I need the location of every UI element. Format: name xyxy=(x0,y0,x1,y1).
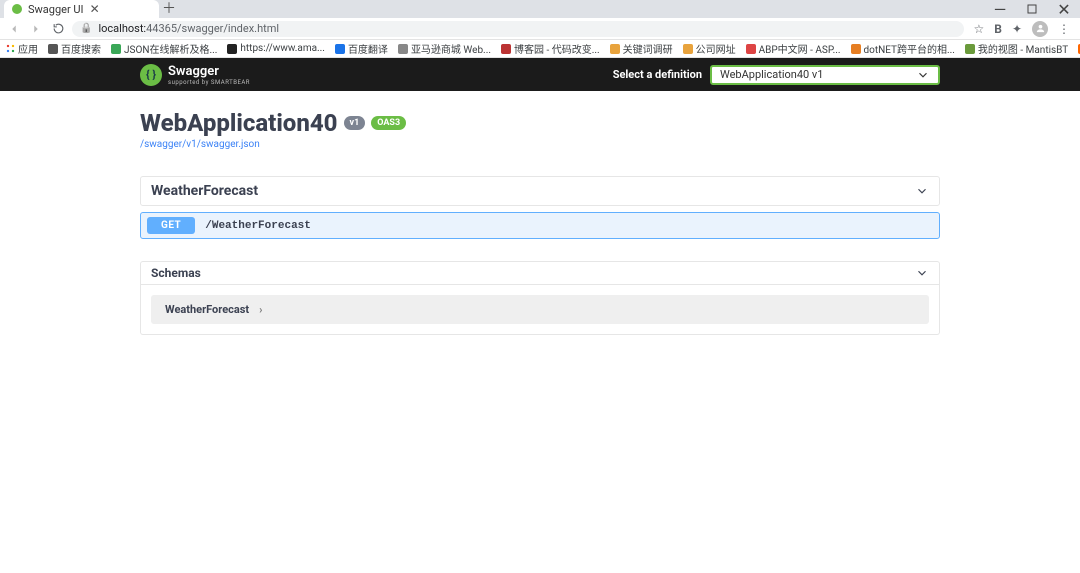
browser-tab[interactable]: Swagger UI ✕ xyxy=(4,0,159,18)
bookmark-favicon xyxy=(965,44,975,54)
bookmark-favicon xyxy=(851,44,861,54)
toolbar-icons: ☆ B ✦ ⋮ xyxy=(970,21,1075,37)
minimize-button[interactable]: — xyxy=(984,0,1016,18)
http-method-badge: GET xyxy=(147,217,195,234)
bookmark-label: 亚马逊商城 Web... xyxy=(411,41,491,56)
bookmark-favicon xyxy=(610,44,620,54)
definition-selector: Select a definition WebApplication40 v1 xyxy=(613,65,940,85)
bookmark-item[interactable]: 我的视图 - MantisBT xyxy=(965,41,1068,56)
schema-item[interactable]: WeatherForecast › xyxy=(151,295,929,324)
maximize-button[interactable] xyxy=(1016,0,1048,18)
swagger-logo[interactable]: { } Swagger supported by SMARTBEAR xyxy=(140,64,250,86)
chevron-down-icon xyxy=(915,184,929,198)
tag-section-header[interactable]: WeatherForecast xyxy=(140,176,940,206)
version-badge: v1 xyxy=(344,116,366,130)
bookmark-item[interactable]: 百度搜索 xyxy=(48,41,101,56)
swagger-brand: Swagger xyxy=(168,64,250,79)
bookmark-favicon xyxy=(335,44,345,54)
bookmark-label: 公司网址 xyxy=(696,41,736,56)
oas-badge: OAS3 xyxy=(371,116,406,130)
reload-button[interactable] xyxy=(50,21,66,37)
window-controls: — ✕ xyxy=(984,0,1080,18)
bookmark-item[interactable]: 亚马逊商城 Web... xyxy=(398,41,491,56)
schema-name: WeatherForecast xyxy=(165,303,249,316)
maximize-icon xyxy=(1027,4,1037,14)
bookmark-favicon xyxy=(746,44,756,54)
api-title-text: WebApplication40 xyxy=(140,109,338,137)
bookmark-label: https://www.ama... xyxy=(240,43,325,54)
profile-avatar[interactable] xyxy=(1032,21,1048,37)
bookmark-label: 百度翻译 xyxy=(348,41,388,56)
tab-favicon xyxy=(12,4,22,14)
schemas-header[interactable]: Schemas xyxy=(140,261,940,285)
extensions-icon[interactable]: ✦ xyxy=(1012,22,1022,36)
apps-button[interactable]: 应用 xyxy=(6,41,38,56)
operation-row[interactable]: GET /WeatherForecast xyxy=(140,212,940,239)
schemas-body: WeatherForecast › xyxy=(140,285,940,335)
bookmark-item[interactable]: 百度翻译 xyxy=(335,41,388,56)
bookmark-item[interactable]: 博客园 - 代码改变... xyxy=(501,41,600,56)
close-tab-icon[interactable]: ✕ xyxy=(90,2,100,16)
bookmark-label: JSON在线解析及格... xyxy=(124,41,217,56)
close-window-button[interactable]: ✕ xyxy=(1048,0,1080,18)
bookmark-favicon xyxy=(398,44,408,54)
bookmark-item[interactable]: 关键词调研 xyxy=(610,41,673,56)
bookmark-item[interactable]: 公司网址 xyxy=(683,41,736,56)
swagger-main: WebApplication40 v1 OAS3 /swagger/v1/swa… xyxy=(140,91,940,335)
bookmark-label: 百度搜索 xyxy=(61,41,101,56)
bookmark-item[interactable]: dotNET跨平台的相... xyxy=(851,41,955,56)
apps-icon xyxy=(6,44,15,53)
swagger-topbar: { } Swagger supported by SMARTBEAR Selec… xyxy=(0,58,1080,91)
bookmark-label: 我的视图 - MantisBT xyxy=(978,41,1068,56)
url-input[interactable]: 🔒 localhost:44365/swagger/index.html xyxy=(72,21,964,37)
apps-label: 应用 xyxy=(18,41,38,56)
chevron-right-icon: › xyxy=(259,303,262,316)
browser-tab-bar: Swagger UI ✕ ＋ — ✕ xyxy=(0,0,1080,18)
tab-title: Swagger UI xyxy=(28,3,84,16)
chevron-down-icon xyxy=(916,68,930,82)
swagger-mark-icon: { } xyxy=(140,64,162,86)
address-bar: 🔒 localhost:44365/swagger/index.html ☆ B… xyxy=(0,18,1080,40)
swagger-subtitle: supported by SMARTBEAR xyxy=(168,79,250,86)
bookmark-label: 关键词调研 xyxy=(623,41,673,56)
operation-path: /WeatherForecast xyxy=(205,220,311,232)
url-path: /swagger/index.html xyxy=(177,22,279,35)
bookmark-favicon xyxy=(48,44,58,54)
chevron-down-icon xyxy=(915,266,929,280)
definition-label: Select a definition xyxy=(613,68,702,81)
url-host: localhost: xyxy=(98,22,146,35)
forward-button[interactable] xyxy=(28,21,44,37)
kebab-menu-icon[interactable]: ⋮ xyxy=(1058,22,1070,36)
definition-value: WebApplication40 v1 xyxy=(720,68,823,81)
definition-dropdown[interactable]: WebApplication40 v1 xyxy=(710,65,940,85)
bookmark-label: dotNET跨平台的相... xyxy=(864,41,955,56)
bookmark-item[interactable]: JSON在线解析及格... xyxy=(111,41,217,56)
bookmark-label: ABP中文网 - ASP... xyxy=(759,41,841,56)
bookmark-favicon xyxy=(227,44,237,54)
back-button[interactable] xyxy=(6,21,22,37)
star-icon[interactable]: ☆ xyxy=(974,22,985,36)
url-port: 44365 xyxy=(146,22,177,35)
bookmark-item[interactable]: https://www.ama... xyxy=(227,43,325,54)
bookmark-favicon xyxy=(111,44,121,54)
bookmark-label: 博客园 - 代码改变... xyxy=(514,41,600,56)
b-extension-icon[interactable]: B xyxy=(994,22,1002,36)
lock-icon: 🔒 xyxy=(80,23,92,34)
schemas-title: Schemas xyxy=(151,266,201,280)
url-text: localhost:44365/swagger/index.html xyxy=(98,22,279,35)
bookmark-favicon xyxy=(501,44,511,54)
bookmarks-bar: 应用 百度搜索 JSON在线解析及格... https://www.ama...… xyxy=(0,40,1080,58)
bookmark-item[interactable]: ABP中文网 - ASP... xyxy=(746,41,841,56)
bookmark-favicon xyxy=(683,44,693,54)
spec-link[interactable]: /swagger/v1/swagger.json xyxy=(140,139,940,150)
api-title: WebApplication40 v1 OAS3 xyxy=(140,109,406,137)
tag-name: WeatherForecast xyxy=(151,183,258,199)
new-tab-button[interactable]: ＋ xyxy=(159,0,179,18)
api-header: WebApplication40 v1 OAS3 /swagger/v1/swa… xyxy=(140,109,940,150)
